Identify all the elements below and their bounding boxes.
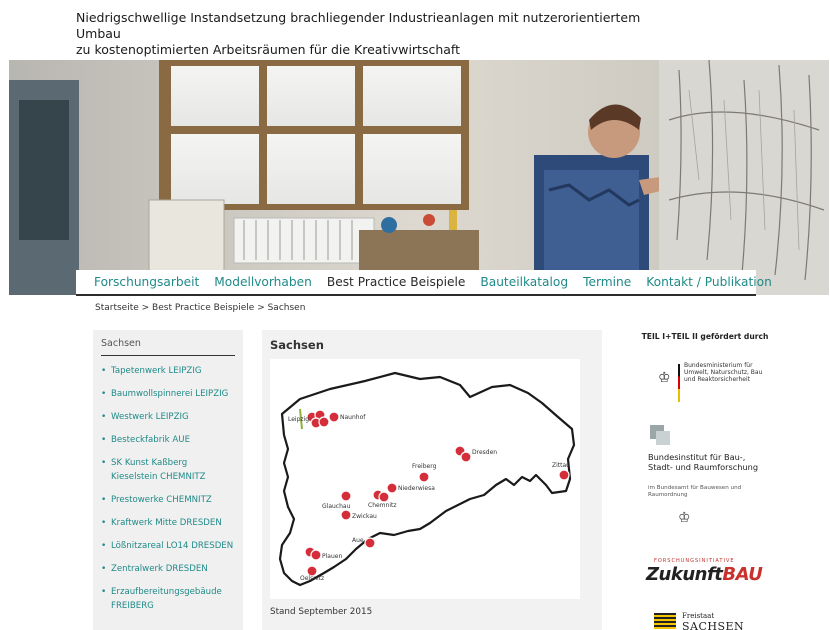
page-title-line-2: zu kostenoptimierten Arbeitsräumen für d…	[76, 42, 461, 57]
marker-zwickau	[340, 509, 352, 521]
marker-niederwiesa	[386, 482, 398, 494]
marker-freiberg	[418, 471, 430, 483]
nav-best-practice-beispiele[interactable]: Best Practice Beispiele	[327, 275, 466, 289]
marker-zittau	[558, 469, 570, 481]
sachsen-freistaat: Freistaat	[682, 612, 715, 620]
sidebar-item-loessnitzareal[interactable]: Lößnitzareal LO14 DRESDEN	[101, 539, 235, 553]
page-title: Niedrigschwellige Instandsetzung brachli…	[76, 10, 676, 58]
map-label-glauchau: Glauchau	[322, 503, 351, 510]
sidebar-item-erzaufbereitung[interactable]: Erzaufbereitungsgebäude FREIBERG	[101, 585, 235, 613]
federal-eagle-icon: ♔	[658, 370, 671, 386]
sidebar: Sachsen Tapetenwerk LEIPZIG Baumwollspin…	[93, 330, 243, 630]
bbsr-title: Bundesinstitut für Bau-, Stadt- und Raum…	[648, 452, 759, 472]
sidebar-item-zentralwerk[interactable]: Zentralwerk DRESDEN	[101, 562, 235, 576]
breadcrumb: Startseite > Best Practice Beispiele > S…	[95, 303, 306, 313]
bbsr-subtitle: im Bundesamt für Bauwesen und Raumordnun…	[648, 485, 742, 498]
page-title-line-1: Niedrigschwellige Instandsetzung brachli…	[76, 10, 641, 41]
sidebar-item-besteckfabrik[interactable]: Besteckfabrik AUE	[101, 433, 235, 447]
nav-termine[interactable]: Termine	[583, 275, 631, 289]
sidebar-item-prestowerke[interactable]: Prestowerke CHEMNITZ	[101, 493, 235, 507]
map-label-plauen: Plauen	[322, 553, 342, 560]
map-date-note: Stand September 2015	[270, 607, 373, 617]
map-label-niederwiesa: Niederwiesa	[398, 485, 435, 492]
zukunft-word: Zukunft	[646, 564, 723, 585]
sachsen-flag-icon	[654, 613, 676, 629]
sidebar-item-sk-kunst[interactable]: SK Kunst Kaßberg Kieselstein CHEMNITZ	[101, 456, 235, 484]
marker-glauchau	[340, 490, 352, 502]
german-flag-bar	[678, 364, 680, 402]
map-label-aue: Aue	[352, 537, 364, 544]
bbsr-logo-icon[interactable]	[650, 425, 670, 445]
map-label-freiberg: Freiberg	[412, 463, 437, 470]
main-navigation: Forschungsarbeit Modellvorhaben Best Pra…	[76, 270, 772, 296]
marker-leipzig-4	[318, 416, 330, 428]
map-label-zwickau: Zwickau	[352, 513, 377, 520]
marker-chemnitz-2	[378, 491, 390, 503]
sidebar-item-kraftwerk-mitte[interactable]: Kraftwerk Mitte DRESDEN	[101, 516, 235, 530]
federal-eagle-icon: ♔	[678, 510, 691, 526]
hero-image	[9, 60, 829, 295]
saxony-map: Leipzig Naunhof Dresden Freiberg Zittau …	[270, 359, 580, 599]
nav-bauteilkatalog[interactable]: Bauteilkatalog	[480, 275, 568, 289]
map-label-dresden: Dresden	[472, 449, 497, 456]
zukunft-bau-logo[interactable]: ZukunftBAU	[646, 564, 763, 585]
nav-modellvorhaben[interactable]: Modellvorhaben	[214, 275, 312, 289]
sidebar-item-westwerk[interactable]: Westwerk LEIPZIG	[101, 410, 235, 424]
bau-word: BAU	[722, 564, 763, 585]
bmub-text: Bundesministerium für Umwelt, Naturschut…	[684, 362, 763, 383]
marker-naunhof	[328, 411, 340, 423]
marker-dresden-2	[460, 451, 472, 463]
sachsen-name: SACHSEN	[682, 620, 745, 630]
map-label-naunhof: Naunhof	[340, 414, 366, 421]
sachsen-logo[interactable]: Freistaat SACHSEN	[654, 612, 766, 630]
map-label-zittau: Zittau	[552, 462, 570, 469]
map-label-oelsnitz: Oelsnitz	[300, 575, 324, 582]
sidebar-list: Tapetenwerk LEIPZIG Baumwollspinnerei LE…	[101, 364, 235, 613]
sponsor-heading: TEIL I+TEIL II gefördert durch	[641, 332, 769, 341]
sidebar-item-baumwollspinnerei[interactable]: Baumwollspinnerei LEIPZIG	[101, 387, 235, 401]
main-title: Sachsen	[270, 338, 324, 352]
nav-forschungsarbeit[interactable]: Forschungsarbeit	[94, 275, 199, 289]
map-label-leipzig: Leipzig	[288, 416, 309, 423]
nav-kontakt-publikation[interactable]: Kontakt / Publikation	[646, 275, 772, 289]
sidebar-title: Sachsen	[101, 338, 235, 356]
sponsor-column: TEIL I+TEIL II gefördert durch ♔ Bundesm…	[640, 330, 770, 630]
marker-plauen-2	[310, 549, 322, 561]
sidebar-item-tapetenwerk[interactable]: Tapetenwerk LEIPZIG	[101, 364, 235, 378]
marker-aue	[364, 537, 376, 549]
map-label-chemnitz: Chemnitz	[368, 502, 397, 509]
main-content: Sachsen Leipzig Naunhof Dresden Freiberg…	[262, 330, 602, 630]
bmub-logo[interactable]: ♔ Bundesministerium für Umwelt, Natursch…	[658, 362, 770, 406]
